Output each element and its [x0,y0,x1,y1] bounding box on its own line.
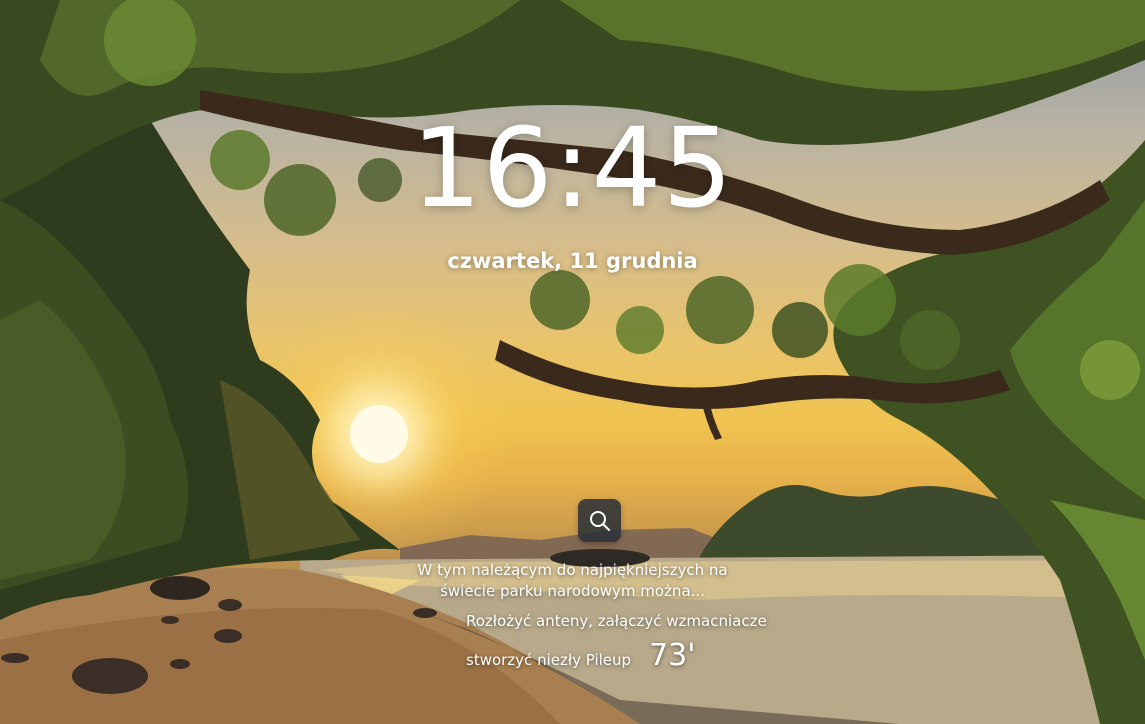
spotlight-line-3-text: stworzyć niezły Pileup [466,651,632,669]
search-icon [589,510,610,531]
lock-screen: 16:45 czwartek, 11 grudnia W tym należąc… [0,0,1145,724]
spotlight-line-3: stworzyć niezły Pileup 73' [466,638,696,673]
spotlight-title-link[interactable]: W tym należącym do najpiękniejszych na ś… [403,560,743,602]
search-button[interactable] [578,499,621,542]
spotlight-info: W tym należącym do najpiękniejszych na ś… [0,560,1145,602]
spotlight-temperature: 73' [649,638,696,673]
spotlight-line-2: Rozłożyć anteny, załączyć wzmacniacze [466,612,767,630]
lock-screen-time: 16:45 [411,104,734,232]
lock-screen-date: czwartek, 11 grudnia [447,249,698,273]
